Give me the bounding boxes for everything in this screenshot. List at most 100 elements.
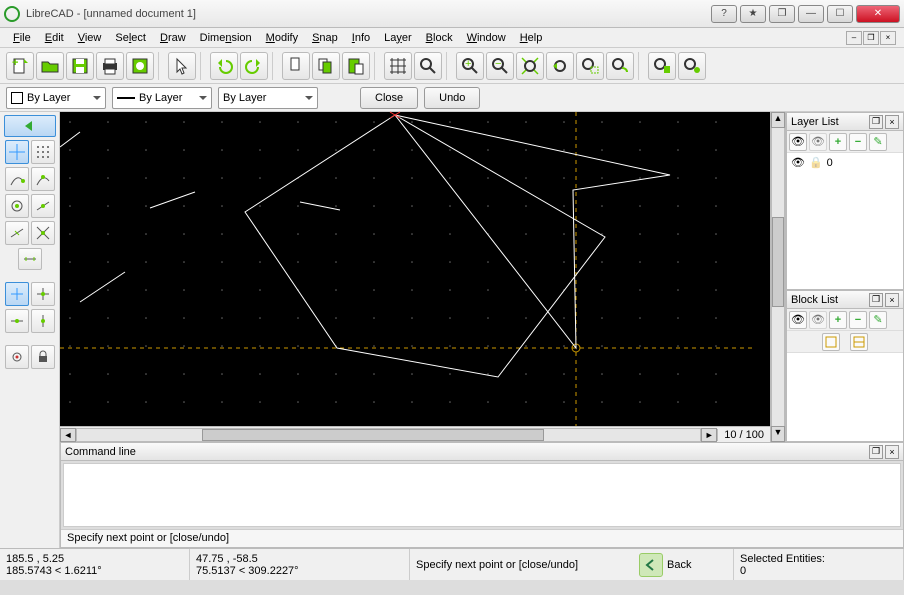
menu-file[interactable]: File bbox=[6, 30, 38, 46]
cad-canvas[interactable] bbox=[60, 112, 754, 426]
drawing-area[interactable]: ◄ ► 10 / 100 bbox=[60, 112, 770, 442]
vscroll-up[interactable]: ▲ bbox=[771, 112, 785, 128]
vscroll-thumb[interactable] bbox=[772, 217, 784, 306]
layer-panel-undock[interactable]: ❐ bbox=[869, 115, 883, 129]
undo-segment-button[interactable]: Undo bbox=[424, 87, 480, 109]
pin-button[interactable]: ★ bbox=[740, 5, 766, 23]
undo-button[interactable] bbox=[210, 52, 238, 80]
menu-block[interactable]: Block bbox=[419, 30, 460, 46]
block-list-body[interactable] bbox=[787, 353, 903, 441]
command-prompt[interactable]: Specify next point or [close/undo] bbox=[61, 529, 903, 547]
layer-visible-icon[interactable]: 👁 bbox=[791, 156, 805, 169]
menu-modify[interactable]: Modify bbox=[259, 30, 305, 46]
layer-show-all-button[interactable]: 👁 bbox=[789, 133, 807, 151]
menu-window[interactable]: Window bbox=[460, 30, 513, 46]
block-edit-button[interactable]: ✎ bbox=[869, 311, 887, 329]
vertical-scrollbar[interactable]: ▲ ▼ bbox=[770, 112, 786, 442]
restrict-ortho-button[interactable] bbox=[31, 282, 55, 306]
menu-edit[interactable]: Edit bbox=[38, 30, 71, 46]
open-button[interactable] bbox=[36, 52, 64, 80]
cursor-button[interactable] bbox=[168, 52, 196, 80]
menu-layer[interactable]: Layer bbox=[377, 30, 419, 46]
zoom-prev-button[interactable] bbox=[546, 52, 574, 80]
horizontal-scrollbar[interactable]: ◄ ► 10 / 100 bbox=[60, 426, 770, 442]
block-hide-all-button[interactable]: 👁 bbox=[809, 311, 827, 329]
layer-row[interactable]: 👁 🔒 0 bbox=[789, 155, 901, 170]
zoom-auto-button[interactable] bbox=[516, 52, 544, 80]
snap-free-button[interactable] bbox=[5, 140, 29, 164]
zoom-redraw-button[interactable] bbox=[414, 52, 442, 80]
hscroll-thumb[interactable] bbox=[202, 429, 545, 441]
maximize-button[interactable]: ☐ bbox=[827, 5, 853, 23]
layer-panel-close[interactable]: × bbox=[885, 115, 899, 129]
cmd-panel-close[interactable]: × bbox=[885, 445, 899, 459]
layer-add-button[interactable]: + bbox=[829, 133, 847, 151]
block-save-button[interactable] bbox=[850, 333, 868, 351]
menu-dimension[interactable]: Dimension bbox=[193, 30, 259, 46]
color-combo[interactable]: By Layer bbox=[6, 87, 106, 109]
hscroll-right[interactable]: ► bbox=[701, 428, 717, 442]
hscroll-track[interactable] bbox=[76, 428, 701, 442]
block-add-button[interactable]: + bbox=[829, 311, 847, 329]
block-insert-button[interactable] bbox=[822, 333, 840, 351]
zoom-window-button[interactable] bbox=[576, 52, 604, 80]
snap-endpoint-button[interactable] bbox=[5, 167, 29, 191]
snap-center-button[interactable] bbox=[5, 194, 29, 218]
grid-button[interactable] bbox=[384, 52, 412, 80]
menu-snap[interactable]: Snap bbox=[305, 30, 345, 46]
menu-select[interactable]: Select bbox=[108, 30, 153, 46]
layer-lock-icon[interactable]: 🔒 bbox=[809, 156, 823, 169]
menu-help[interactable]: Help bbox=[513, 30, 550, 46]
status-back-button[interactable] bbox=[639, 553, 663, 577]
layer-edit-button[interactable]: ✎ bbox=[869, 133, 887, 151]
block-panel-close[interactable]: × bbox=[885, 293, 899, 307]
vscroll-track[interactable] bbox=[771, 128, 785, 426]
back-arrow-button[interactable] bbox=[4, 115, 56, 137]
restrict-nothing-button[interactable] bbox=[5, 282, 29, 306]
command-history[interactable] bbox=[63, 463, 901, 527]
menu-info[interactable]: Info bbox=[345, 30, 377, 46]
hscroll-left[interactable]: ◄ bbox=[60, 428, 76, 442]
dual-button[interactable]: ❐ bbox=[769, 5, 795, 23]
redo-button[interactable] bbox=[240, 52, 268, 80]
snap-dist-button[interactable] bbox=[5, 221, 29, 245]
snap-intersection-manual-button[interactable] bbox=[18, 248, 42, 270]
block-show-all-button[interactable]: 👁 bbox=[789, 311, 807, 329]
layer-list-body[interactable]: 👁 🔒 0 bbox=[787, 153, 903, 289]
new-button[interactable]: + bbox=[6, 52, 34, 80]
zoom-in-button[interactable]: + bbox=[456, 52, 484, 80]
layer-hide-all-button[interactable]: 👁 bbox=[809, 133, 827, 151]
zoom-sel-button[interactable] bbox=[648, 52, 676, 80]
paste-button[interactable] bbox=[342, 52, 370, 80]
linewidth-combo[interactable]: By Layer bbox=[112, 87, 212, 109]
helper-button[interactable]: ? bbox=[711, 5, 737, 23]
snap-on-entity-button[interactable] bbox=[31, 167, 55, 191]
close-button[interactable]: ✕ bbox=[856, 5, 900, 23]
menu-draw[interactable]: Draw bbox=[153, 30, 193, 46]
linetype-combo[interactable]: By Layer bbox=[218, 87, 318, 109]
cmd-panel-undock[interactable]: ❐ bbox=[869, 445, 883, 459]
vscroll-down[interactable]: ▼ bbox=[771, 426, 785, 442]
layer-remove-button[interactable]: − bbox=[849, 133, 867, 151]
lock-rel-zero-button[interactable] bbox=[31, 345, 55, 369]
mdi-minimize[interactable]: – bbox=[846, 31, 862, 45]
zoom-layer-button[interactable] bbox=[678, 52, 706, 80]
zoom-out-button[interactable]: − bbox=[486, 52, 514, 80]
set-rel-zero-button[interactable] bbox=[5, 345, 29, 369]
mdi-restore[interactable]: ❐ bbox=[863, 31, 879, 45]
copy-button[interactable] bbox=[312, 52, 340, 80]
block-panel-undock[interactable]: ❐ bbox=[869, 293, 883, 307]
snap-intersection-button[interactable] bbox=[31, 221, 55, 245]
zoom-pan-button[interactable] bbox=[606, 52, 634, 80]
restrict-horiz-button[interactable] bbox=[5, 309, 29, 333]
print-button[interactable] bbox=[96, 52, 124, 80]
close-polyline-button[interactable]: Close bbox=[360, 87, 418, 109]
restrict-vert-button[interactable] bbox=[31, 309, 55, 333]
mdi-close[interactable]: × bbox=[880, 31, 896, 45]
block-remove-button[interactable]: − bbox=[849, 311, 867, 329]
snap-grid-button[interactable] bbox=[31, 140, 55, 164]
minimize-button[interactable]: — bbox=[798, 5, 824, 23]
cut-button[interactable] bbox=[282, 52, 310, 80]
snap-middle-button[interactable] bbox=[31, 194, 55, 218]
save-button[interactable] bbox=[66, 52, 94, 80]
